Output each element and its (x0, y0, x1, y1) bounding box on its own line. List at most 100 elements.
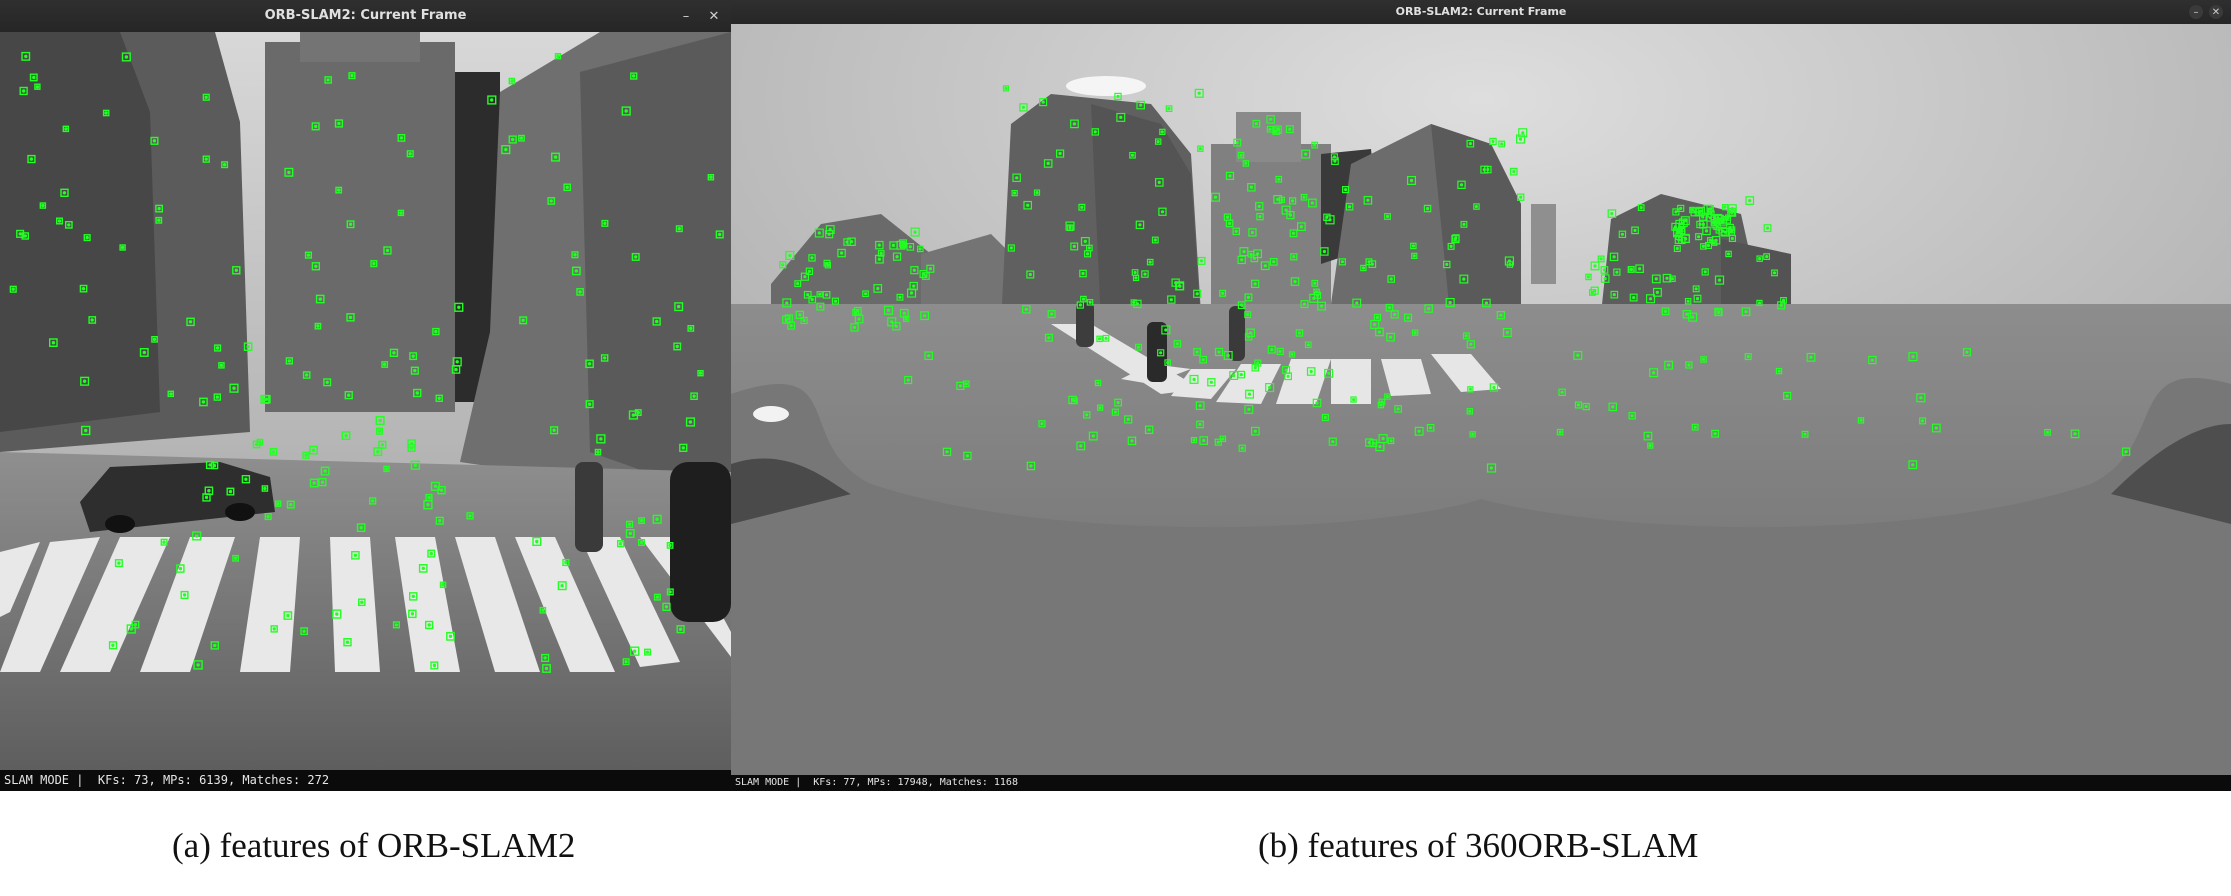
feature-point-center (1343, 188, 1348, 192)
feature-point-center (318, 297, 322, 301)
feature-point-center (899, 243, 903, 247)
close-icon[interactable]: ✕ (2209, 5, 2223, 19)
feature-point-center (544, 666, 549, 671)
feature-point-center (1347, 205, 1352, 209)
feature-point-center (1284, 368, 1288, 372)
feature-point-center (1293, 280, 1297, 284)
feature-point-center (337, 188, 341, 192)
feature-point-center (1130, 439, 1134, 443)
minimize-icon[interactable]: – (677, 7, 695, 25)
feature-point-center (1687, 363, 1691, 367)
feature-point-center (1113, 410, 1117, 414)
window-title: ORB-SLAM2: Current Frame (264, 8, 467, 23)
feature-point-center (1920, 419, 1925, 423)
feature-point-center (928, 267, 932, 271)
feature-point-center (1584, 404, 1588, 409)
feature-point-center (266, 514, 270, 519)
feature-point-center (781, 263, 785, 267)
feature-point-center (1258, 215, 1262, 219)
feature-point-center (1474, 205, 1479, 209)
feature-point-center (565, 185, 569, 190)
feature-point-center (427, 495, 431, 500)
feature-point-center (560, 584, 564, 588)
feature-point-center (152, 139, 157, 143)
feature-point-center (1777, 369, 1781, 373)
feature-point-center (1519, 195, 1523, 199)
feature-point-center (632, 74, 636, 78)
feature-point-center (1744, 310, 1748, 314)
feature-point-center (215, 346, 220, 350)
feature-point-center (1081, 271, 1085, 276)
feature-point-center (1322, 249, 1327, 254)
feature-point-center (1389, 439, 1393, 443)
feature-point-center (1250, 230, 1255, 235)
feature-point-center (1713, 217, 1717, 221)
feature-point-center (1772, 271, 1777, 275)
feature-point-center (1409, 178, 1414, 183)
feature-point-center (573, 252, 577, 257)
feature-point-center (1630, 414, 1634, 418)
feature-point-center (1015, 176, 1019, 180)
feature-point-center (35, 85, 40, 89)
feature-point-center (438, 519, 442, 523)
feature-point-center (1226, 353, 1230, 358)
status-bar: SLAM MODE | KFs: 73, MPs: 6139, Matches:… (0, 770, 731, 791)
feature-point-center (1576, 353, 1580, 357)
feature-point-center (207, 489, 211, 493)
feature-point-center (1491, 139, 1495, 144)
feature-point-center (1599, 257, 1603, 261)
feature-point-center (22, 89, 26, 93)
feature-point-center (1683, 236, 1687, 240)
feature-point-center (372, 261, 376, 266)
feature-point-center (852, 325, 857, 329)
titlebar[interactable]: ORB-SLAM2: Current Frame – ✕ (0, 0, 731, 32)
feature-point-center (413, 368, 417, 373)
feature-point-center (1247, 392, 1252, 396)
feature-point-center (1781, 298, 1786, 302)
feature-point-center (1313, 143, 1317, 147)
feature-point-center (162, 540, 166, 544)
feature-point-center (41, 203, 45, 208)
feature-point-center (901, 241, 905, 245)
feature-point-center (410, 612, 415, 616)
feature-point-center (549, 199, 553, 203)
feature-point-center (1240, 303, 1244, 307)
feature-point-center (1637, 267, 1642, 271)
feature-point-center (320, 480, 325, 484)
feature-point-center (1209, 380, 1213, 384)
feature-point-center (810, 298, 814, 302)
feature-point-center (802, 318, 806, 323)
feature-point-center (244, 477, 248, 481)
feature-point-center (890, 320, 894, 324)
feature-point-center (904, 317, 908, 321)
feature-point-center (1195, 350, 1199, 354)
feature-point-center (1041, 100, 1045, 104)
feature-point-center (1385, 395, 1389, 399)
feature-point-center (1136, 345, 1141, 349)
feature-point-center (287, 170, 291, 175)
feature-point-center (1083, 239, 1087, 243)
feature-point-center (1147, 428, 1151, 432)
feature-point-center (1765, 255, 1769, 259)
feature-point-center (429, 551, 433, 556)
feature-point-center (409, 441, 414, 446)
feature-point-center (263, 486, 267, 491)
close-icon[interactable]: ✕ (705, 7, 723, 25)
feature-point-center (85, 235, 89, 240)
feature-point-center (1674, 210, 1678, 214)
feature-point-center (1445, 262, 1449, 266)
feature-point-center (1378, 445, 1382, 449)
feature-point-center (1009, 246, 1013, 250)
feature-point-center (1560, 390, 1564, 394)
feature-point-center (1310, 201, 1314, 205)
feature-point-center (864, 292, 868, 296)
minimize-icon[interactable]: – (2189, 5, 2203, 19)
titlebar[interactable]: ORB-SLAM2: Current Frame – ✕ (731, 0, 2231, 24)
feature-point-center (1331, 440, 1335, 444)
feature-point-center (64, 127, 68, 131)
feature-point-center (157, 206, 161, 211)
feature-point-center (111, 643, 115, 647)
feature-point-center (1068, 226, 1072, 230)
feature-point-center (1228, 174, 1232, 178)
feature-point-center (57, 219, 62, 223)
